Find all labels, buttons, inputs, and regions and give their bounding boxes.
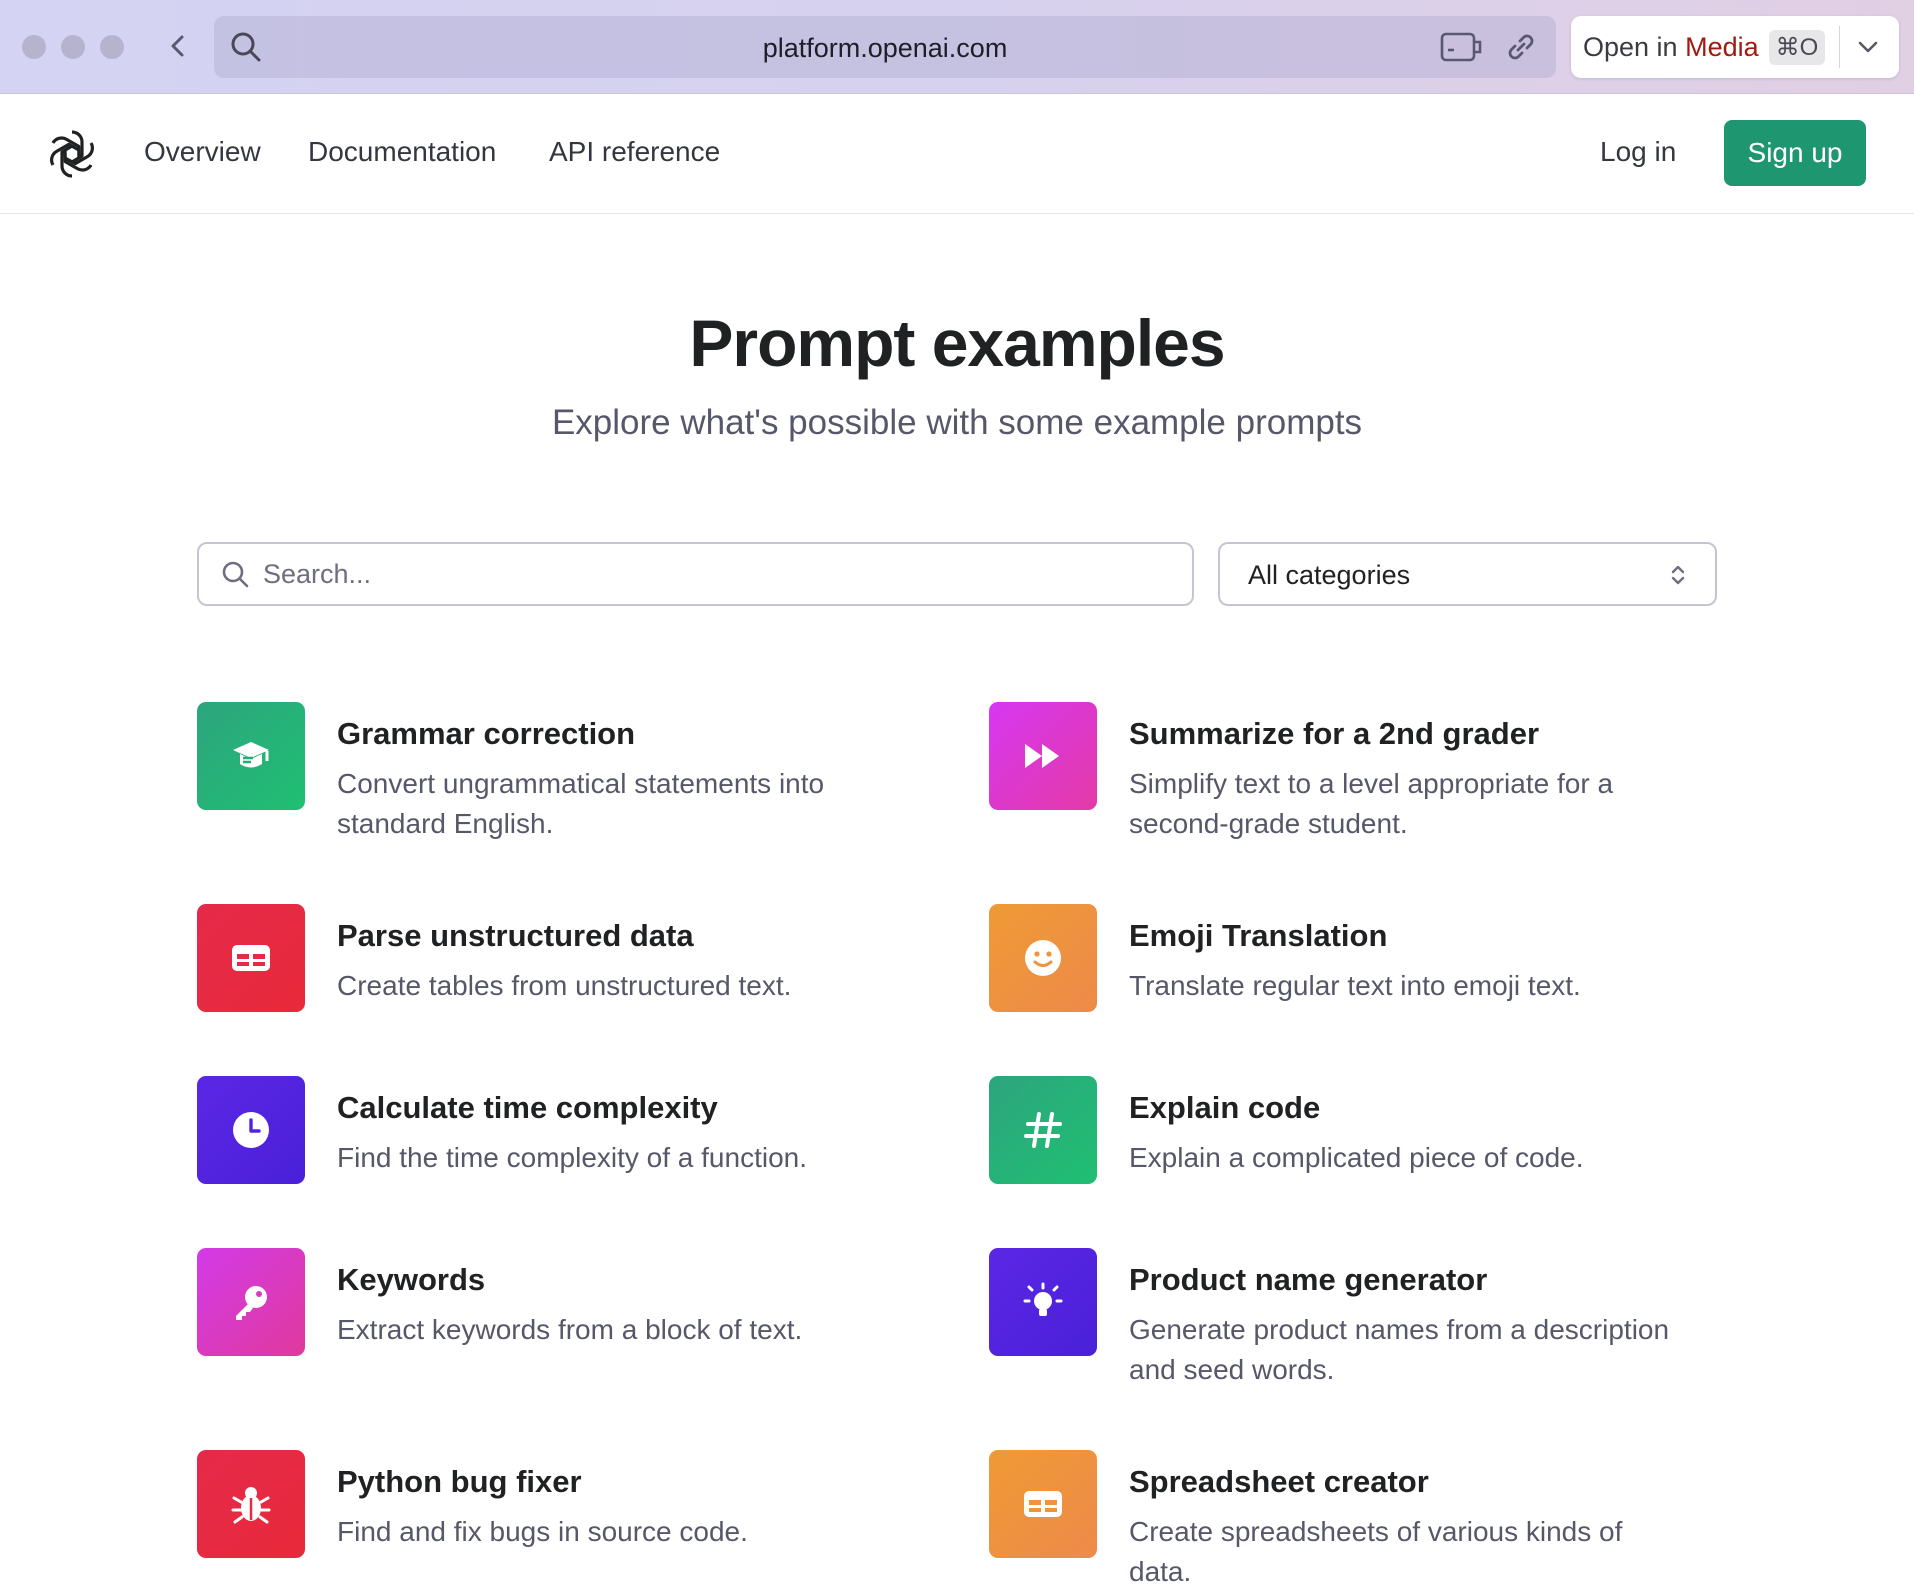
nav-link-overview[interactable]: Overview <box>144 136 261 168</box>
example-icon-tile <box>989 702 1097 810</box>
example-card-python-bug-fixer[interactable]: Python bug fixer Find and fix bugs in so… <box>197 1450 937 1590</box>
graduation-cap-icon <box>233 742 269 768</box>
app-name: Media <box>1685 31 1759 62</box>
example-title: Keywords <box>337 1262 486 1297</box>
example-description: Explain a complicated piece of code. <box>1129 1142 1584 1173</box>
example-description: Find and fix bugs in source code. <box>337 1516 748 1547</box>
search-box <box>197 542 1194 606</box>
url-text: platform.openai.com <box>762 33 1008 63</box>
example-card-time-complexity[interactable]: Calculate time complexity Find the time … <box>197 1076 937 1226</box>
example-icon-tile <box>989 904 1097 1012</box>
clock-icon <box>233 1112 269 1148</box>
example-description: Translate regular text into emoji text. <box>1129 970 1581 1001</box>
example-title: Emoji Translation <box>1129 918 1388 953</box>
example-card-grammar-correction[interactable]: Grammar correction Convert ungrammatical… <box>197 702 937 852</box>
page-title: Prompt examples <box>689 306 1225 380</box>
example-title: Summarize for a 2nd grader <box>1129 716 1540 751</box>
example-title: Grammar correction <box>337 716 636 751</box>
nav-link-api-reference[interactable]: API reference <box>549 136 720 168</box>
lightbulb-icon <box>1023 1282 1063 1316</box>
example-card-emoji-translation[interactable]: Emoji Translation Translate regular text… <box>989 904 1729 1054</box>
search-icon <box>222 561 249 588</box>
search-input[interactable] <box>263 554 1163 594</box>
example-icon-tile <box>197 702 305 810</box>
example-title: Explain code <box>1129 1090 1321 1125</box>
example-title: Spreadsheet creator <box>1129 1464 1429 1499</box>
nav-link-documentation[interactable]: Documentation <box>308 136 496 168</box>
window-zoom-button[interactable] <box>100 35 124 59</box>
fast-forward-icon <box>1025 744 1059 768</box>
example-title: Product name generator <box>1129 1262 1488 1297</box>
example-description: Extract keywords from a block of text. <box>337 1314 803 1345</box>
login-link[interactable]: Log in <box>1600 136 1676 168</box>
openai-logo-icon[interactable] <box>44 126 100 182</box>
table-icon <box>1024 1491 1062 1517</box>
hashtag-icon <box>1024 1112 1062 1148</box>
example-description: Simplify text to a level appropriate for… <box>1129 768 1614 839</box>
example-description: Generate product names from a descriptio… <box>1129 1314 1670 1385</box>
smiley-icon <box>1025 940 1061 976</box>
example-title: Calculate time complexity <box>337 1090 718 1125</box>
bug-icon <box>231 1487 271 1524</box>
example-icon-tile <box>989 1076 1097 1184</box>
example-card-explain-code[interactable]: Explain code Explain a complicated piece… <box>989 1076 1729 1226</box>
example-card-summarize-2nd-grader[interactable]: Summarize for a 2nd grader Simplify text… <box>989 702 1729 852</box>
example-icon-tile <box>197 1248 305 1356</box>
example-description: Convert ungrammatical statements into st… <box>337 768 825 839</box>
open-in-label: Open in Media <box>1583 31 1759 62</box>
example-title: Python bug fixer <box>337 1464 582 1499</box>
chevron-down-icon[interactable] <box>1855 34 1881 60</box>
category-select[interactable]: All categories <box>1218 542 1717 606</box>
address-bar[interactable]: platform.openai.com <box>214 16 1556 78</box>
example-card-product-name-generator[interactable]: Product name generator Generate product … <box>989 1248 1729 1398</box>
window-minimize-button[interactable] <box>61 35 85 59</box>
example-icon-tile <box>197 1450 305 1558</box>
example-title: Parse unstructured data <box>337 918 694 953</box>
category-select-value: All categories <box>1248 560 1411 590</box>
back-button[interactable] <box>160 28 196 64</box>
chevron-left-icon <box>171 35 184 57</box>
link-icon[interactable] <box>1504 30 1538 64</box>
example-icon-tile <box>989 1450 1097 1558</box>
divider <box>1839 26 1840 68</box>
chevron-up-down-icon <box>1671 565 1685 585</box>
site-header: Overview Documentation API reference Log… <box>0 94 1914 214</box>
shortcut-badge: ⌘O <box>1768 29 1826 65</box>
key-icon <box>236 1286 267 1320</box>
signup-button[interactable]: Sign up <box>1724 120 1866 186</box>
example-card-parse-unstructured-data[interactable]: Parse unstructured data Create tables fr… <box>197 904 937 1054</box>
example-description: Find the time complexity of a function. <box>337 1142 807 1173</box>
open-in-app-button[interactable]: Open in Media ⌘O <box>1571 16 1899 78</box>
example-icon-tile <box>197 904 305 1012</box>
example-icon-tile <box>197 1076 305 1184</box>
reader-mode-icon[interactable] <box>1440 30 1482 64</box>
page-subtitle: Explore what's possible with some exampl… <box>551 403 1363 442</box>
table-icon <box>232 945 270 971</box>
example-icon-tile <box>989 1248 1097 1356</box>
example-card-spreadsheet-creator[interactable]: Spreadsheet creator Create spreadsheets … <box>989 1450 1729 1590</box>
browser-toolbar: platform.openai.com Open in Media ⌘O <box>0 0 1914 94</box>
example-description: Create spreadsheets of various kinds of … <box>1129 1516 1623 1587</box>
example-description: Create tables from unstructured text. <box>337 970 792 1001</box>
example-card-keywords[interactable]: Keywords Extract keywords from a block o… <box>197 1248 937 1398</box>
window-close-button[interactable] <box>22 35 46 59</box>
